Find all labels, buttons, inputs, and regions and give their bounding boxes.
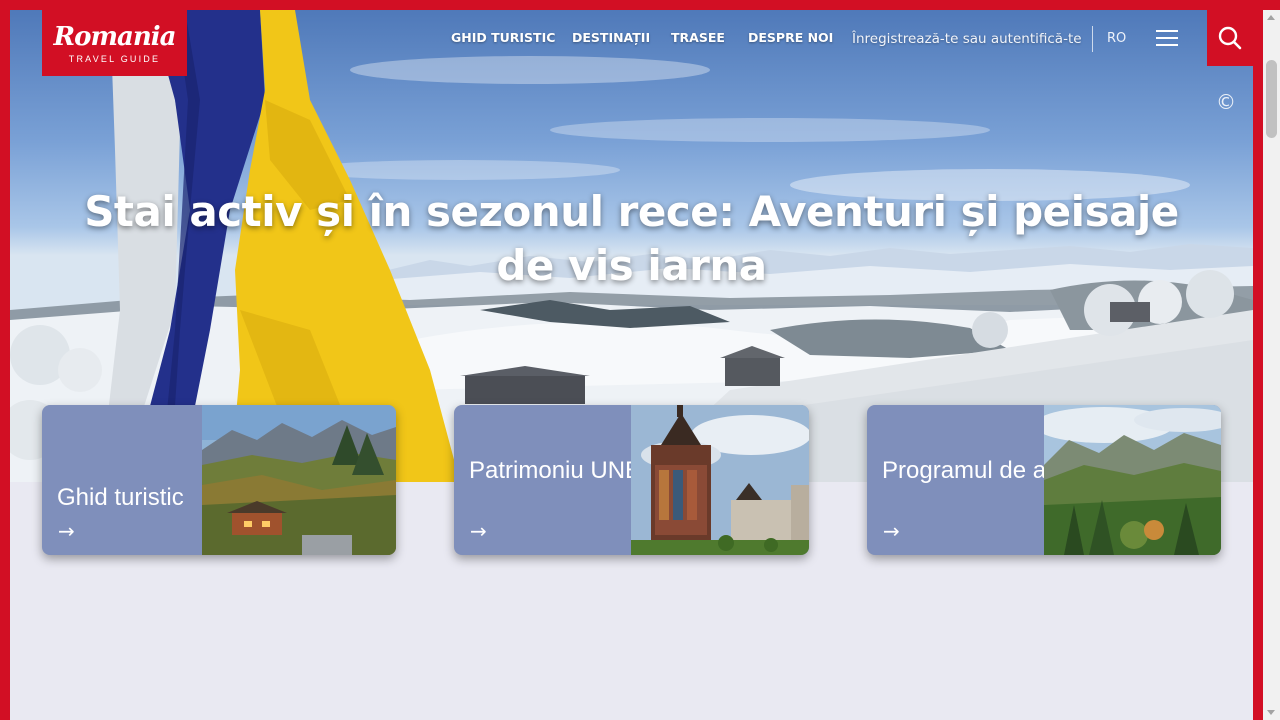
scroll-down-icon[interactable]	[1267, 710, 1275, 715]
arrow-right-icon: →	[58, 519, 75, 543]
card-photo-mountain-cabin	[202, 405, 396, 555]
search-button[interactable]	[1207, 10, 1253, 66]
arrow-right-icon: →	[883, 519, 900, 543]
language-selector[interactable]: RO	[1107, 31, 1126, 46]
card-photo-painted-monastery	[631, 405, 809, 555]
logo-wordmark: Romania	[53, 22, 177, 52]
card-photo-mountain-valley	[1044, 405, 1221, 555]
nav-ghid-turistic[interactable]: GHID TURISTIC	[451, 30, 555, 48]
copyright-icon[interactable]: ©	[1216, 90, 1236, 114]
card-label: Ghid turistic	[57, 484, 184, 511]
hero-title: Stai activ și în sezonul rece: Aventuri …	[84, 187, 1179, 290]
logo-subtitle: TRAVEL GUIDE	[68, 54, 161, 64]
nav-trasee[interactable]: TRASEE	[671, 30, 725, 48]
scroll-up-icon[interactable]	[1267, 15, 1275, 20]
scrollbar-thumb[interactable]	[1266, 60, 1277, 138]
arrow-right-icon: →	[470, 519, 487, 543]
nav-despre-noi[interactable]: DESPRE NOI	[748, 30, 833, 48]
site-logo[interactable]: Romania TRAVEL GUIDE	[42, 10, 187, 76]
card-ghid-turistic[interactable]: Ghid turistic →	[42, 405, 396, 555]
page-scrollbar[interactable]	[1263, 10, 1280, 720]
nav-destinatii[interactable]: DESTINAȚII	[572, 30, 650, 48]
card-programul-de-afiliere[interactable]: Programul de afiliere →	[867, 405, 1221, 555]
auth-link[interactable]: Înregistrează-te sau autentifică-te	[852, 31, 1082, 47]
nav-divider	[1092, 26, 1093, 52]
page: Stai activ și în sezonul rece: Aventuri …	[10, 10, 1253, 720]
search-icon	[1218, 26, 1242, 50]
hamburger-icon[interactable]	[1156, 30, 1180, 48]
card-patrimoniu-unesco[interactable]: Patrimoniu UNESCO →	[454, 405, 809, 555]
